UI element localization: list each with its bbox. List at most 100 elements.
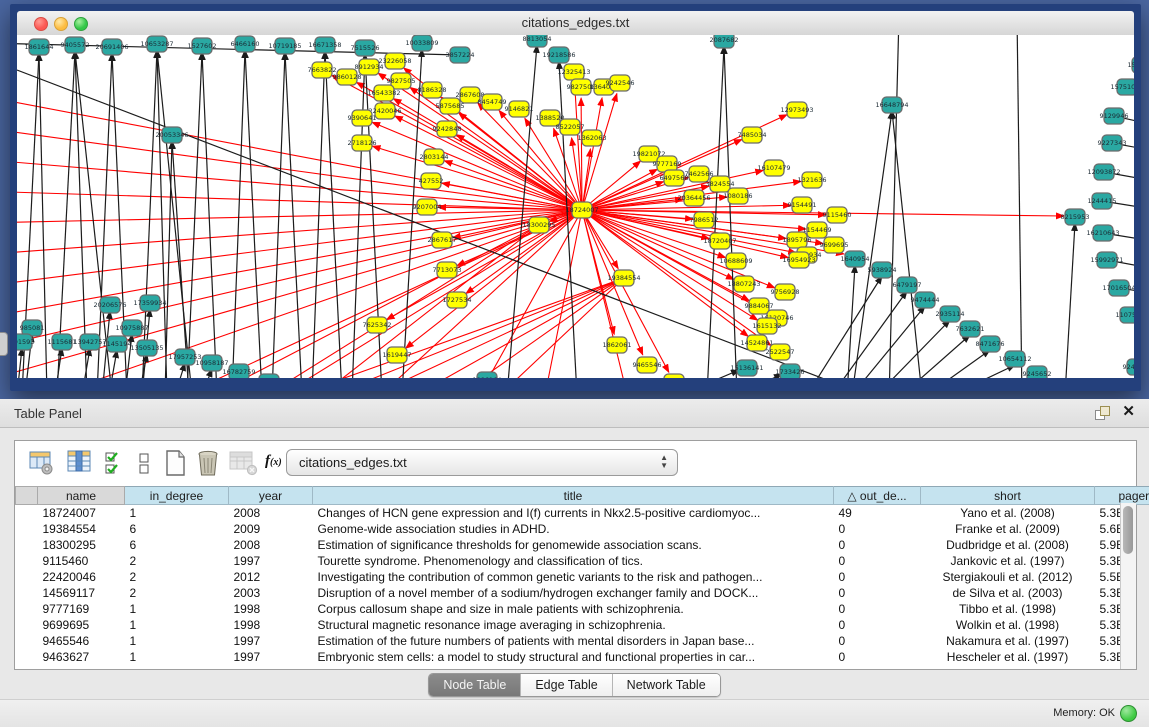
table-row[interactable]: 946362711997Embryonic stem cells: a mode… xyxy=(16,649,1149,665)
graph-node[interactable]: 9242848 xyxy=(433,121,462,137)
table-row[interactable]: 977716911998Corpus callosum shape and si… xyxy=(16,601,1149,617)
deselect-all-icon[interactable] xyxy=(133,449,159,477)
graph-node[interactable]: 2803144 xyxy=(420,149,449,165)
graph-node[interactable]: 8813054 xyxy=(523,35,552,47)
graph-node[interactable]: 1886164 xyxy=(473,372,502,378)
graph-node[interactable]: 17359934 xyxy=(133,295,166,311)
graph-node[interactable]: 16210643 xyxy=(1086,225,1119,241)
table-row[interactable]: 946554611997Estimation of the future num… xyxy=(16,633,1149,649)
graph-node[interactable]: 7485034 xyxy=(738,127,767,143)
graph-node[interactable]: 1145194 xyxy=(103,336,132,352)
graph-node[interactable]: 1107533 xyxy=(1116,307,1134,323)
network-canvas[interactable]: 1872400718616449405572206914061065328715… xyxy=(17,35,1134,378)
delete-icon[interactable] xyxy=(195,449,221,477)
graph-node[interactable]: 20691406 xyxy=(95,39,128,55)
graph-node[interactable]: 7515526 xyxy=(351,40,380,56)
graph-node[interactable]: 9115460 xyxy=(823,207,852,223)
table-row[interactable]: 911546021997Tourette syndrome. Phenomeno… xyxy=(16,553,1149,569)
graph-node[interactable]: 9245652 xyxy=(1023,366,1052,378)
graph-node[interactable]: 2718126 xyxy=(348,135,377,151)
graph-node[interactable]: 9129946 xyxy=(1100,108,1129,124)
column-header-short[interactable]: short xyxy=(921,487,1095,505)
table-row[interactable]: 2242004622012Investigating the contribut… xyxy=(16,569,1149,585)
graph-node[interactable]: 8215953 xyxy=(1061,209,1090,225)
window-titlebar[interactable]: citations_edges.txt xyxy=(17,11,1134,36)
table-row[interactable]: 1456911722003Disruption of a novel membe… xyxy=(16,585,1149,601)
show-columns-icon[interactable] xyxy=(67,449,93,477)
graph-node[interactable]: 20364456 xyxy=(677,190,710,206)
graph-node[interactable]: 8186328 xyxy=(418,82,447,98)
graph-node[interactable]: 17016504 xyxy=(1102,280,1134,296)
graph-node[interactable]: 7632621 xyxy=(956,321,985,337)
table-selector-dropdown[interactable]: citations_edges.txt ▲▼ xyxy=(286,449,678,476)
graph-node[interactable]: 1615132 xyxy=(753,318,782,334)
table-settings-icon[interactable] xyxy=(29,449,55,477)
graph-node[interactable]: 14923445 xyxy=(252,374,285,378)
column-header-title[interactable]: title xyxy=(313,487,834,505)
graph-node[interactable]: 1727534 xyxy=(443,292,472,308)
column-header-gutter[interactable] xyxy=(16,487,38,505)
graph-node[interactable]: 9756928 xyxy=(771,284,800,300)
graph-node[interactable]: 12093872 xyxy=(1087,164,1120,180)
graph-node[interactable]: 7713073 xyxy=(433,262,462,278)
graph-node[interactable]: 16671358 xyxy=(308,37,341,53)
graph-node[interactable]: 2087682 xyxy=(710,35,739,48)
graph-node[interactable]: 7986512 xyxy=(690,212,719,228)
table-row[interactable]: 1872400712008Changes of HCN gene express… xyxy=(16,505,1149,522)
graph-node[interactable]: 9146821 xyxy=(505,101,534,117)
graph-node[interactable]: 8522057 xyxy=(556,119,585,135)
graph-node[interactable]: 15992971 xyxy=(1090,252,1123,268)
graph-node[interactable]: 8454749 xyxy=(478,94,507,110)
graph-node[interactable]: 7625342 xyxy=(363,317,392,333)
graph-node[interactable]: 2867617 xyxy=(428,232,457,248)
table-vertical-scrollbar[interactable] xyxy=(1120,503,1136,669)
graph-node[interactable]: 9242546 xyxy=(606,75,635,91)
graph-node[interactable]: 5938924 xyxy=(868,262,897,278)
graph-node[interactable]: 2935114 xyxy=(936,306,965,322)
graph-node[interactable]: 10654112 xyxy=(998,351,1031,367)
graph-node[interactable]: 6479197 xyxy=(893,277,922,293)
graph-node[interactable]: 9699695 xyxy=(820,237,849,253)
graph-node[interactable]: 1597510 xyxy=(1128,57,1134,73)
graph-node[interactable]: 427552 xyxy=(419,173,444,189)
graph-node[interactable]: 1862061 xyxy=(603,337,632,353)
graph-node[interactable]: 2522547 xyxy=(766,344,795,360)
column-header-name[interactable]: name xyxy=(38,487,125,505)
network-graph[interactable]: 1872400718616449405572206914061065328715… xyxy=(17,35,1134,378)
column-header-pagerank[interactable]: pagerank xyxy=(1095,487,1149,505)
graph-node[interactable]: 19218586 xyxy=(542,47,575,63)
table-row[interactable]: 1830029562008Estimation of significance … xyxy=(16,537,1149,553)
graph-node[interactable]: 1619447 xyxy=(383,347,412,363)
graph-node[interactable]: 9154491 xyxy=(788,197,817,213)
select-all-icon[interactable] xyxy=(103,449,129,477)
column-header-in_degree[interactable]: in_degree xyxy=(125,487,229,505)
graph-node[interactable]: 10688609 xyxy=(719,253,752,269)
table-row[interactable]: 1938455462009Genome-wide association stu… xyxy=(16,521,1149,537)
graph-node[interactable]: 13505135 xyxy=(130,340,163,356)
graph-node[interactable]: 1640954 xyxy=(841,251,870,267)
graph-node[interactable]: 1321636 xyxy=(798,172,827,188)
graph-node[interactable]: 1354874 xyxy=(660,374,689,378)
graph-node[interactable]: 10719185 xyxy=(268,38,301,54)
graph-node[interactable]: 1080186 xyxy=(724,188,753,204)
graph-node[interactable]: 20206576 xyxy=(93,297,126,313)
graph-node[interactable]: 9860128 xyxy=(333,69,362,85)
table-row[interactable]: 969969511998Structural magnetic resonanc… xyxy=(16,617,1149,633)
graph-node[interactable]: 3857224 xyxy=(446,47,475,63)
graph-node[interactable]: 12325413 xyxy=(557,64,590,80)
memory-status-indicator[interactable] xyxy=(1120,705,1137,722)
tab-edge-table[interactable]: Edge Table xyxy=(520,674,611,696)
graph-node[interactable]: 1115681 xyxy=(48,334,77,350)
float-panel-icon[interactable] xyxy=(1095,406,1109,420)
graph-node[interactable]: 6466160 xyxy=(231,36,260,52)
graph-node[interactable]: 9405572 xyxy=(61,37,90,53)
graph-node[interactable]: 8471676 xyxy=(976,336,1005,352)
column-header-year[interactable]: year xyxy=(229,487,313,505)
graph-node[interactable]: 1895796 xyxy=(783,232,812,248)
graph-node[interactable]: 10975887 xyxy=(115,320,148,336)
graph-node[interactable]: 9474444 xyxy=(911,292,940,308)
graph-node[interactable]: 9390641 xyxy=(348,110,377,126)
graph-node[interactable]: 9465546 xyxy=(633,357,662,373)
graph-node[interactable]: 16107479 xyxy=(757,160,790,176)
graph-node[interactable]: 15751074 xyxy=(1110,79,1134,95)
